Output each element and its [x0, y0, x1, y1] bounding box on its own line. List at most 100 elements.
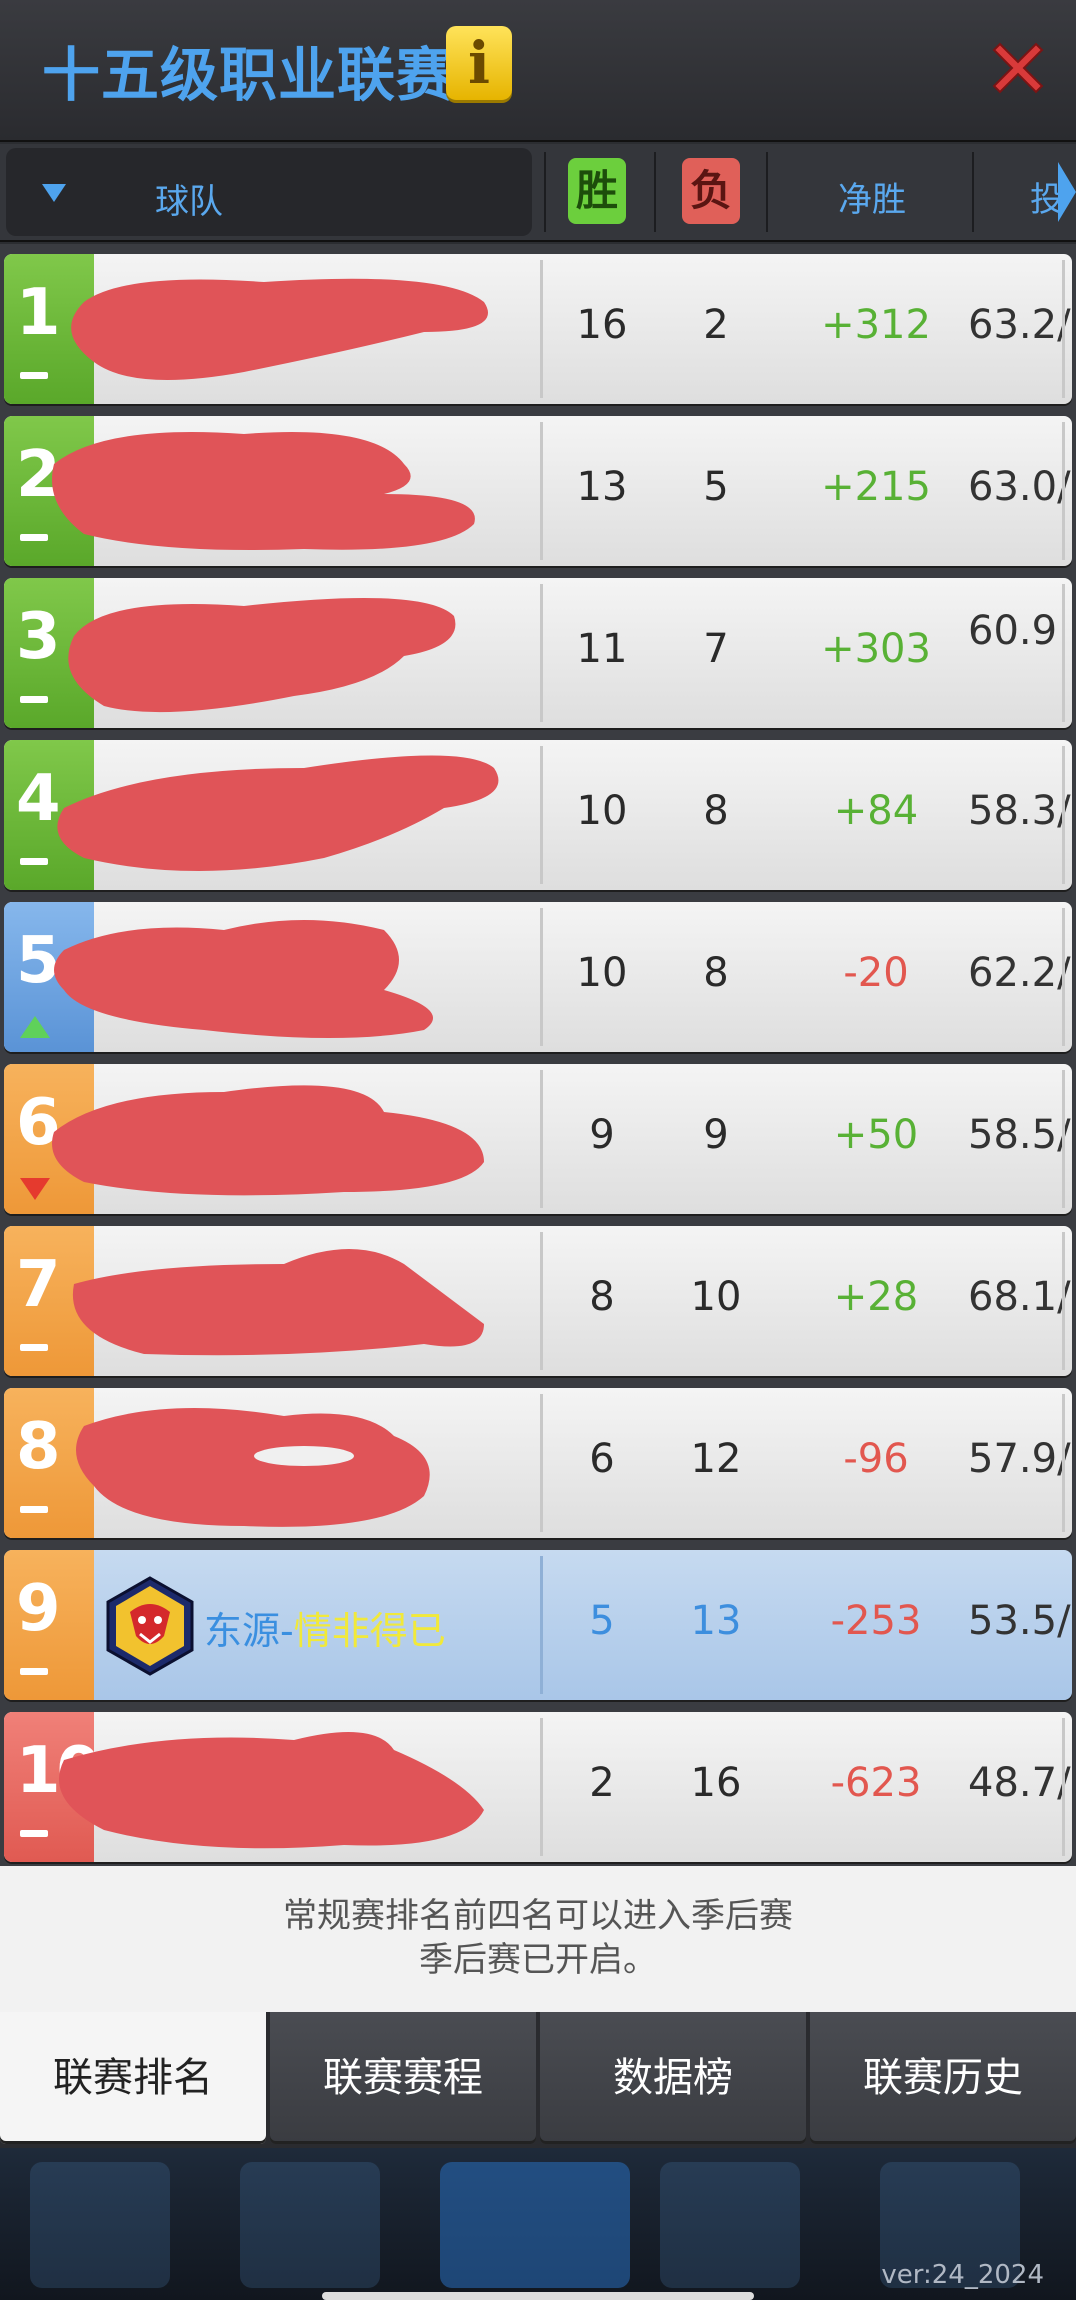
redaction-mark — [57, 755, 499, 871]
page-title: 十五级职业联赛 — [42, 41, 456, 109]
wins-value: 11 — [576, 626, 628, 672]
row-divider — [1062, 260, 1065, 398]
net-value: +312 — [821, 302, 931, 348]
wins-value: 5 — [589, 1598, 615, 1644]
tab-league-schedule[interactable]: 联赛赛程 — [270, 2012, 536, 2144]
background-nav: ver:24_2024 — [0, 2148, 1076, 2300]
rate-value: 57.9/ — [968, 1436, 1071, 1482]
net-column-header[interactable]: 净胜 — [838, 172, 906, 221]
net-value: -20 — [843, 950, 909, 996]
wins-column-header[interactable]: 胜 — [568, 158, 626, 224]
table-row[interactable]: 2 13 5 +215 63.0/ — [4, 416, 1072, 566]
redaction-mark — [59, 1732, 484, 1849]
rate-value: 53.5/ — [968, 1598, 1071, 1644]
redaction-mark — [68, 598, 456, 713]
losses-value: 8 — [703, 950, 729, 996]
redaction-mark — [76, 1408, 430, 1527]
redaction-mark — [52, 432, 475, 550]
rate-value: 63.2/ — [968, 302, 1071, 348]
rate-value: 63.0/ — [968, 464, 1071, 510]
tab-stats-leaderboard[interactable]: 数据榜 — [540, 2012, 806, 2144]
table-row[interactable]: 8 6 12 -96 57.9/ — [4, 1388, 1072, 1538]
table-row[interactable]: 4 10 8 +84 58.3/ — [4, 740, 1072, 890]
wins-value: 10 — [576, 950, 628, 996]
wins-value: 9 — [589, 1112, 615, 1158]
net-value: -623 — [830, 1760, 922, 1806]
wins-value: 2 — [589, 1760, 615, 1806]
background-nav-item — [440, 2162, 630, 2288]
row-divider — [1062, 746, 1065, 884]
net-value: -96 — [843, 1436, 909, 1482]
row-divider — [1062, 584, 1065, 722]
rate-value: 58.5/ — [968, 1112, 1071, 1158]
team-sort-dropdown[interactable]: 球队 — [6, 148, 532, 236]
redaction-mark — [72, 1249, 484, 1356]
info-button[interactable]: i — [446, 26, 512, 100]
table-row[interactable]: 10 2 16 -623 48.7/ — [4, 1712, 1072, 1862]
wins-value: 8 — [589, 1274, 615, 1320]
wins-value: 16 — [576, 302, 628, 348]
background-nav-item — [660, 2162, 800, 2288]
net-value: +50 — [833, 1112, 919, 1158]
team-prefix: 东源- — [204, 1609, 294, 1653]
redaction-mark — [71, 278, 488, 380]
table-row[interactable]: 3 11 7 +303 60.9 — [4, 578, 1072, 728]
net-value: +84 — [833, 788, 919, 834]
version-label: ver:24_2024 — [881, 2260, 1044, 2290]
rate-value: 48.7/ — [968, 1760, 1071, 1806]
notice-line-1: 常规赛排名前四名可以进入季后赛 — [283, 1896, 793, 1936]
rank-number: 9 — [16, 1572, 61, 1646]
home-indicator[interactable] — [322, 2292, 754, 2300]
notice-line-2: 季后赛已开启。 — [419, 1940, 657, 1980]
losses-value: 7 — [703, 626, 729, 672]
wins-value: 13 — [576, 464, 628, 510]
rank-unchanged-icon — [20, 1668, 48, 1675]
net-value: +215 — [821, 464, 931, 510]
losses-column-header[interactable]: 负 — [682, 158, 740, 224]
losses-value: 5 — [703, 464, 729, 510]
team-logo-dragon-icon — [106, 1576, 194, 1676]
table-row[interactable]: 5 10 8 -20 62.2/ — [4, 902, 1072, 1052]
close-icon[interactable] — [986, 36, 1050, 100]
redaction-mark — [52, 1085, 484, 1196]
net-value: +303 — [821, 626, 931, 672]
row-divider — [1062, 1394, 1065, 1532]
team-name: 东源-情非得已 — [204, 1600, 446, 1655]
rate-value: 60.9 — [968, 608, 1058, 654]
tab-league-history[interactable]: 联赛历史 — [810, 2012, 1076, 2144]
column-divider — [544, 152, 546, 232]
table-row-own-team[interactable]: 9 东源-情非得已 5 13 -253 53.5/ — [4, 1550, 1072, 1700]
standings-table: 1 16 2 +312 63.2/ 2 13 5 +215 63.0/ 3 11… — [0, 244, 1076, 1866]
rate-value: 68.1/ — [968, 1274, 1071, 1320]
losses-value: 13 — [690, 1598, 742, 1644]
column-divider — [654, 152, 656, 232]
title-bar: 十五级职业联赛 i — [0, 0, 1076, 142]
losses-value: 10 — [690, 1274, 742, 1320]
background-nav-item — [30, 2162, 170, 2288]
wins-value: 10 — [576, 788, 628, 834]
column-header-bar: 球队 胜 负 净胜 投 — [0, 144, 1076, 242]
losses-value: 12 — [690, 1436, 742, 1482]
wins-value: 6 — [589, 1436, 615, 1482]
table-row[interactable]: 7 8 10 +28 68.1/ — [4, 1226, 1072, 1376]
redaction-mark — [54, 920, 433, 1038]
rate-value: 62.2/ — [968, 950, 1071, 996]
rank-badge: 9 — [4, 1550, 94, 1700]
team-nickname: 情非得已 — [293, 1609, 446, 1653]
losses-value: 2 — [703, 302, 729, 348]
table-row[interactable]: 1 16 2 +312 63.2/ — [4, 254, 1072, 404]
bottom-tab-bar: 联赛排名 联赛赛程 数据榜 联赛历史 — [0, 2012, 1076, 2148]
losses-value: 16 — [690, 1760, 742, 1806]
scroll-right-arrow-icon[interactable] — [1058, 162, 1076, 222]
losses-value: 9 — [703, 1112, 729, 1158]
rate-value: 58.3/ — [968, 788, 1071, 834]
row-divider — [1062, 422, 1065, 560]
net-value: -253 — [830, 1598, 922, 1644]
net-value: +28 — [833, 1274, 919, 1320]
row-divider — [1062, 1070, 1065, 1208]
tab-league-standings[interactable]: 联赛排名 — [0, 2012, 266, 2144]
column-divider — [766, 152, 768, 232]
table-row[interactable]: 6 9 9 +50 58.5/ — [4, 1064, 1072, 1214]
column-divider — [972, 152, 974, 232]
row-divider — [1062, 908, 1065, 1046]
